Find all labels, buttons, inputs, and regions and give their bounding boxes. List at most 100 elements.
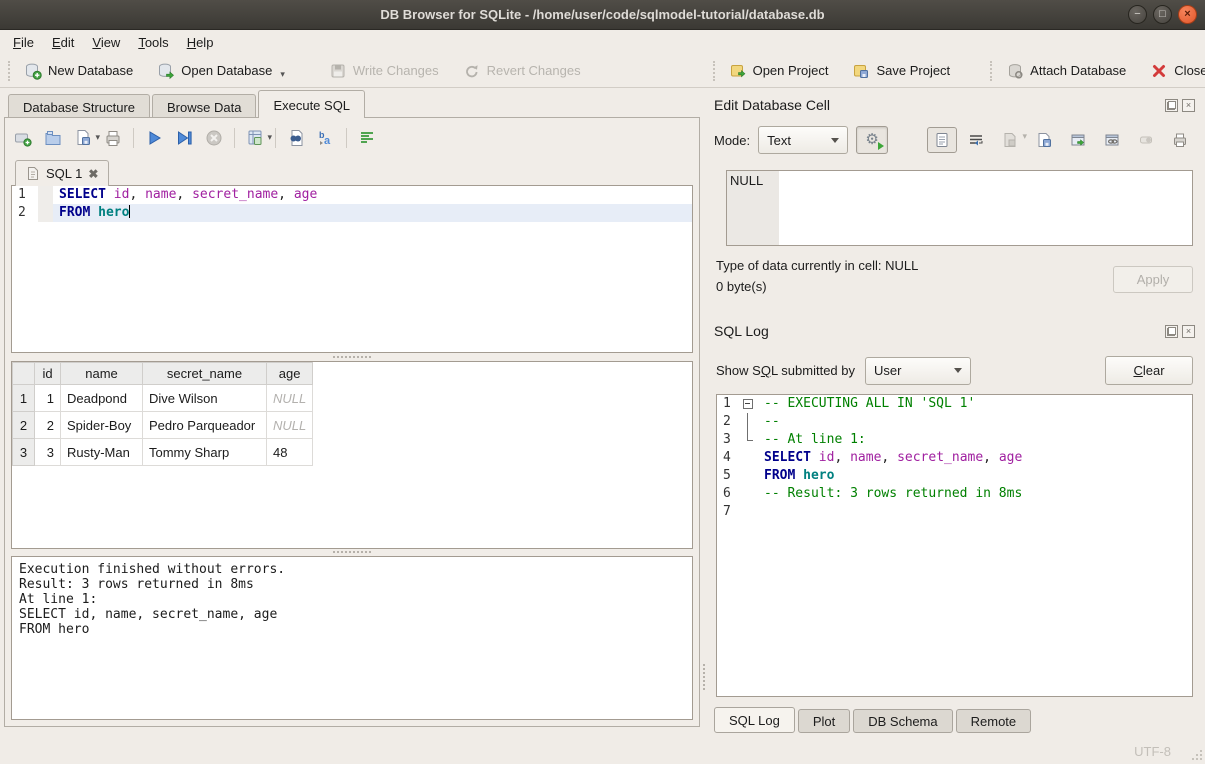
editor-results-splitter[interactable] xyxy=(11,354,693,361)
results-grid[interactable]: idnamesecret_nameage11DeadpondDive Wilso… xyxy=(11,361,693,549)
maximize-button[interactable]: □ xyxy=(1153,5,1172,24)
cell-id[interactable]: 3 xyxy=(35,439,61,466)
toolbar-grip[interactable] xyxy=(990,61,992,81)
save-project-button[interactable]: Save Project xyxy=(844,58,958,84)
open-sql-tab-button[interactable] xyxy=(13,128,33,148)
bottom-tab-plot[interactable]: Plot xyxy=(798,709,850,733)
cell-age[interactable]: NULL xyxy=(267,412,313,439)
text-mode-button[interactable] xyxy=(927,127,957,153)
table-row[interactable]: 22Spider-BoyPedro ParqueadorNULL xyxy=(13,412,313,439)
save-sql-file-button[interactable]: ▾ xyxy=(73,128,93,148)
close-button[interactable]: × xyxy=(1178,5,1197,24)
fold-margin xyxy=(741,467,758,485)
menu-help[interactable]: Help xyxy=(178,32,223,53)
apply-button[interactable]: Apply xyxy=(1113,266,1193,293)
minimize-button[interactable]: − xyxy=(1128,5,1147,24)
open-results-view-button[interactable]: ▾ xyxy=(245,128,265,148)
bottom-tab-remote[interactable]: Remote xyxy=(956,709,1032,733)
results-message-splitter[interactable] xyxy=(11,549,693,556)
close-database-button[interactable]: Close Database xyxy=(1142,58,1205,84)
column-header-secret_name[interactable]: secret_name xyxy=(143,363,267,385)
column-header-name[interactable]: name xyxy=(61,363,143,385)
sql-editor[interactable]: 1SELECT id, name, secret_name, age2FROM … xyxy=(11,185,693,353)
column-header-id[interactable]: id xyxy=(35,363,61,385)
cell-id[interactable]: 2 xyxy=(35,412,61,439)
bottom-tab-db-schema[interactable]: DB Schema xyxy=(853,709,952,733)
auto-apply-button[interactable]: ⚙ xyxy=(856,126,888,154)
replace-button[interactable]: ba xyxy=(316,128,336,148)
set-null-button[interactable] xyxy=(1131,127,1161,153)
word-wrap-button[interactable] xyxy=(961,127,991,153)
menu-view[interactable]: View xyxy=(83,32,129,53)
column-header-age[interactable]: age xyxy=(267,363,313,385)
toolbar-grip[interactable] xyxy=(713,61,715,81)
export-cell-button[interactable] xyxy=(1029,127,1059,153)
new-database-button[interactable]: New Database xyxy=(16,58,141,84)
results-view-dropdown-icon[interactable]: ▾ xyxy=(267,132,272,150)
cell-age[interactable]: NULL xyxy=(267,385,313,412)
cell-secret_name[interactable]: Tommy Sharp xyxy=(143,439,267,466)
menu-file[interactable]: File xyxy=(4,32,43,53)
execute-line-button[interactable] xyxy=(174,128,194,148)
close-dock-icon[interactable]: × xyxy=(1182,99,1195,112)
cell-name[interactable]: Deadpond xyxy=(61,385,143,412)
table-row[interactable]: 33Rusty-ManTommy Sharp48 xyxy=(13,439,313,466)
corner-header[interactable] xyxy=(13,363,35,385)
tab-database-structure[interactable]: Database Structure xyxy=(8,94,150,118)
cell-secret_name[interactable]: Pedro Parqueador xyxy=(143,412,267,439)
cell-age[interactable]: 48 xyxy=(267,439,313,466)
code-line-5: 5FROM hero xyxy=(717,467,1192,485)
cell-secret_name[interactable]: Dive Wilson xyxy=(143,385,267,412)
menu-edit[interactable]: Edit xyxy=(43,32,83,53)
open-project-button[interactable]: Open Project xyxy=(721,58,837,84)
row-header[interactable]: 3 xyxy=(13,439,35,466)
row-header[interactable]: 1 xyxy=(13,385,35,412)
open-database-button[interactable]: Open Database ▾ xyxy=(149,58,293,84)
bottom-tab-sql-log[interactable]: SQL Log xyxy=(714,707,795,733)
cell-name[interactable]: Rusty-Man xyxy=(61,439,143,466)
cell-value-editor[interactable]: NULL xyxy=(726,170,1193,246)
close-tab-icon[interactable]: ✖ xyxy=(88,167,98,181)
open-in-external-button[interactable] xyxy=(1063,127,1093,153)
clear-log-button[interactable]: Clear xyxy=(1105,356,1193,385)
format-sql-button[interactable] xyxy=(357,128,377,148)
find-button[interactable] xyxy=(286,128,306,148)
submitter-select[interactable]: User xyxy=(865,357,971,385)
code-line-7: 7 xyxy=(717,503,1192,521)
fold-marker-icon xyxy=(741,413,758,431)
mode-select[interactable]: Text xyxy=(758,126,848,154)
print-cell-button[interactable] xyxy=(1165,127,1195,153)
tab-execute-sql[interactable]: Execute SQL xyxy=(258,90,365,118)
resize-grip[interactable] xyxy=(1190,748,1202,760)
menu-tools[interactable]: Tools xyxy=(129,32,177,53)
code-text: SELECT id, name, secret_name, age xyxy=(53,186,692,204)
table-row[interactable]: 11DeadpondDive WilsonNULL xyxy=(13,385,313,412)
open-sql-file-button[interactable] xyxy=(43,128,63,148)
row-header[interactable]: 2 xyxy=(13,412,35,439)
toolbar-grip[interactable] xyxy=(8,61,10,81)
sql-1-tab[interactable]: SQL 1 ✖ xyxy=(15,160,109,186)
main-tab-bar: Database StructureBrowse DataExecute SQL xyxy=(4,90,702,118)
execute-all-button[interactable] xyxy=(144,128,164,148)
save-sql-dropdown-icon[interactable]: ▾ xyxy=(95,132,100,150)
cell-name[interactable]: Spider-Boy xyxy=(61,412,143,439)
close-dock-icon[interactable]: × xyxy=(1182,325,1195,338)
copy-link-button[interactable] xyxy=(1097,127,1127,153)
revert-changes-button[interactable]: Revert Changes xyxy=(455,58,589,84)
fold-marker-icon[interactable] xyxy=(741,395,758,413)
sql-tab-label: SQL 1 xyxy=(46,166,82,181)
panel-splitter[interactable] xyxy=(702,88,706,738)
left-panel: Database StructureBrowse DataExecute SQL… xyxy=(0,88,702,738)
float-dock-icon[interactable] xyxy=(1165,325,1178,338)
float-dock-icon[interactable] xyxy=(1165,99,1178,112)
attach-database-button[interactable]: Attach Database xyxy=(998,58,1134,84)
import-cell-button[interactable]: ▾ xyxy=(995,127,1025,153)
open-database-dropdown-icon[interactable]: ▾ xyxy=(280,69,285,80)
sql-log-view[interactable]: 1-- EXECUTING ALL IN 'SQL 1'2--3-- At li… xyxy=(716,394,1193,697)
write-changes-button[interactable]: Write Changes xyxy=(321,58,447,84)
stop-execution-button[interactable] xyxy=(204,128,224,148)
cell-id[interactable]: 1 xyxy=(35,385,61,412)
code-text: -- Result: 3 rows returned in 8ms xyxy=(758,485,1192,503)
print-sql-button[interactable] xyxy=(103,128,123,148)
tab-browse-data[interactable]: Browse Data xyxy=(152,94,256,118)
